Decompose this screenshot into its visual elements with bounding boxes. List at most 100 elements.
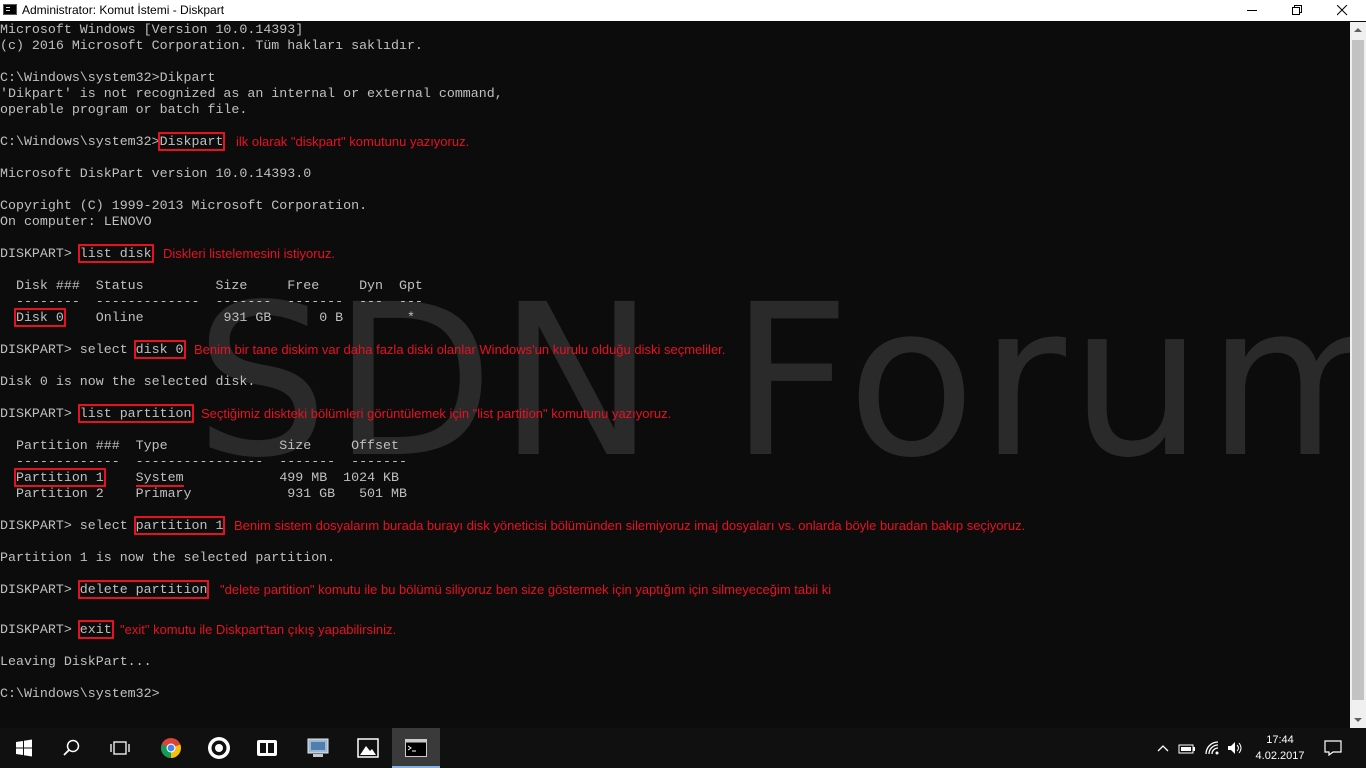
minimize-icon bbox=[1247, 10, 1257, 11]
media-player-icon bbox=[208, 737, 230, 759]
command-diskpart: Diskpart bbox=[157, 132, 226, 151]
console-line: Microsoft Windows [Version 10.0.14393] bbox=[0, 22, 304, 37]
console-line: DISKPART> delete partition bbox=[0, 580, 210, 599]
partition-table-row: Partition 2 Primary 931 GB 501 MB bbox=[0, 486, 407, 501]
annotation-list-disk: Diskleri listelemesini istiyoruz. bbox=[163, 246, 335, 261]
scroll-thumb[interactable] bbox=[1352, 40, 1364, 700]
console-line: DISKPART> list disk bbox=[0, 244, 154, 263]
restore-icon bbox=[1292, 5, 1302, 15]
taskbar: 17:44 4.02.2017 bbox=[0, 728, 1366, 768]
disk-table-header: Disk ### Status Size Free Dyn Gpt bbox=[0, 278, 423, 293]
taskbar-photos[interactable] bbox=[344, 728, 392, 768]
annotation-select-partition: Benim sistem dosyalarım burada burayı di… bbox=[234, 518, 1026, 533]
show-hidden-icons-button[interactable] bbox=[1156, 728, 1170, 768]
minimize-button[interactable] bbox=[1230, 0, 1275, 21]
scroll-down-button[interactable] bbox=[1350, 712, 1366, 728]
window-title: Administrator: Komut İstemi - Diskpart bbox=[22, 3, 225, 17]
console-line: (c) 2016 Microsoft Corporation. Tüm hakl… bbox=[0, 38, 423, 53]
partition-1-label: Partition 1 bbox=[13, 468, 106, 487]
command-prompt-icon bbox=[405, 739, 427, 757]
chevron-up-icon bbox=[1157, 745, 1169, 752]
partition-1-type: System bbox=[135, 470, 184, 487]
taskbar-command-prompt[interactable] bbox=[392, 728, 440, 768]
scroll-up-arrow-icon bbox=[1354, 28, 1362, 32]
command-list-partition: list partition bbox=[77, 404, 194, 423]
command-delete-partition: delete partition bbox=[77, 580, 210, 599]
annotation-delete-partition: "delete partition" komutu ile bu bölümü … bbox=[220, 582, 832, 597]
clock-time: 17:44 bbox=[1266, 734, 1294, 746]
volume-icon bbox=[1228, 742, 1242, 754]
restore-button[interactable] bbox=[1275, 0, 1320, 21]
partition-table-header: Partition ### Type Size Offset bbox=[0, 438, 399, 453]
search-icon bbox=[63, 739, 80, 756]
annotation-diskpart: ilk olarak "diskpart" komutunu yazıyoruz… bbox=[236, 134, 470, 149]
prompt: C:\Windows\system32> bbox=[0, 134, 160, 149]
command-partition-1: partition 1 bbox=[133, 516, 226, 535]
command-list-disk: list disk bbox=[77, 244, 154, 263]
disk-0-details: Online 931 GB 0 B * bbox=[63, 310, 415, 325]
notes-app-icon bbox=[257, 740, 277, 756]
prompt: DISKPART> select bbox=[0, 342, 136, 357]
control-panel-icon bbox=[307, 738, 329, 757]
vertical-scrollbar[interactable] bbox=[1350, 22, 1366, 728]
console-line: operable program or batch file. bbox=[0, 102, 248, 117]
console-line: On computer: LENOVO bbox=[0, 214, 152, 229]
photos-icon bbox=[357, 738, 379, 758]
wifi-icon bbox=[1205, 741, 1219, 755]
console-line: Disk 0 is now the selected disk. bbox=[0, 374, 256, 389]
disk-table-divider: -------- ------------- ------- ------- -… bbox=[0, 294, 423, 309]
taskbar-chrome[interactable] bbox=[148, 728, 196, 768]
scroll-up-button[interactable] bbox=[1350, 22, 1366, 38]
partition-table-row: Partition 1 System 499 MB 1024 KB bbox=[0, 468, 400, 487]
chrome-icon bbox=[161, 738, 181, 758]
start-button[interactable] bbox=[0, 728, 48, 768]
task-view-icon bbox=[110, 741, 130, 755]
command-disk-0: disk 0 bbox=[133, 340, 186, 359]
console-output[interactable]: SDN Forum Microsoft Windows [Version 10.… bbox=[0, 22, 1350, 728]
annotation-select-disk: Benim bir tane diskim var daha fazla dis… bbox=[194, 342, 726, 357]
console-line: C:\Windows\system32> bbox=[0, 686, 160, 701]
console-line: DISKPART> list partition bbox=[0, 404, 194, 423]
close-icon bbox=[1337, 5, 1348, 16]
console-line: 'Dikpart' is not recognized as an intern… bbox=[0, 86, 503, 101]
console-line: DISKPART> exit bbox=[0, 620, 114, 639]
task-view-button[interactable] bbox=[96, 728, 144, 768]
console-line: C:\Windows\system32>Diskpart bbox=[0, 132, 226, 151]
scroll-down-arrow-icon bbox=[1354, 718, 1362, 722]
search-button[interactable] bbox=[48, 728, 96, 768]
taskbar-notes-app[interactable] bbox=[244, 728, 292, 768]
console-line: Copyright (C) 1999-2013 Microsoft Corpor… bbox=[0, 198, 368, 213]
window-titlebar[interactable]: Administrator: Komut İstemi - Diskpart bbox=[0, 0, 1366, 21]
taskbar-media-player[interactable] bbox=[196, 728, 244, 768]
annotation-list-partition: Seçtiğimiz diskteki bölümleri görüntülem… bbox=[201, 406, 672, 421]
annotation-exit: "exit" komutu ile Diskpart'tan çıkış yap… bbox=[120, 622, 397, 637]
notification-icon bbox=[1324, 740, 1342, 756]
network-button[interactable] bbox=[1204, 728, 1220, 768]
battery-button[interactable] bbox=[1178, 728, 1196, 768]
close-button[interactable] bbox=[1320, 0, 1365, 21]
console-line: Microsoft DiskPart version 10.0.14393.0 bbox=[0, 166, 312, 181]
command-exit: exit bbox=[77, 620, 114, 639]
battery-icon bbox=[1178, 744, 1195, 754]
console-line: Leaving DiskPart... bbox=[0, 654, 152, 669]
console-line: DISKPART> select partition 1 bbox=[0, 516, 226, 535]
console-line: Partition 1 is now the selected partitio… bbox=[0, 550, 336, 565]
action-center-button[interactable] bbox=[1324, 728, 1342, 768]
disk-0-label: Disk 0 bbox=[13, 308, 66, 327]
windows-start-icon bbox=[16, 739, 32, 757]
clock-date: 4.02.2017 bbox=[1255, 750, 1305, 762]
prompt: DISKPART> select bbox=[0, 518, 136, 533]
prompt: DISKPART> bbox=[0, 582, 80, 597]
disk-table-row: Disk 0 Online 931 GB 0 B * bbox=[0, 308, 415, 327]
partition-table-divider: ------------- ---------------- ------- -… bbox=[0, 454, 407, 469]
command-prompt-app-icon bbox=[3, 4, 17, 15]
volume-button[interactable] bbox=[1227, 728, 1245, 768]
prompt: DISKPART> bbox=[0, 622, 80, 637]
console-line: DISKPART> select disk 0 bbox=[0, 340, 186, 359]
taskbar-control-panel[interactable] bbox=[294, 728, 342, 768]
console-line: C:\Windows\system32>Dikpart bbox=[0, 70, 216, 85]
taskbar-clock[interactable]: 17:44 4.02.2017 bbox=[1250, 732, 1310, 764]
prompt: DISKPART> bbox=[0, 406, 80, 421]
prompt: DISKPART> bbox=[0, 246, 80, 261]
partition-1-details: 499 MB 1024 KB bbox=[183, 470, 400, 485]
